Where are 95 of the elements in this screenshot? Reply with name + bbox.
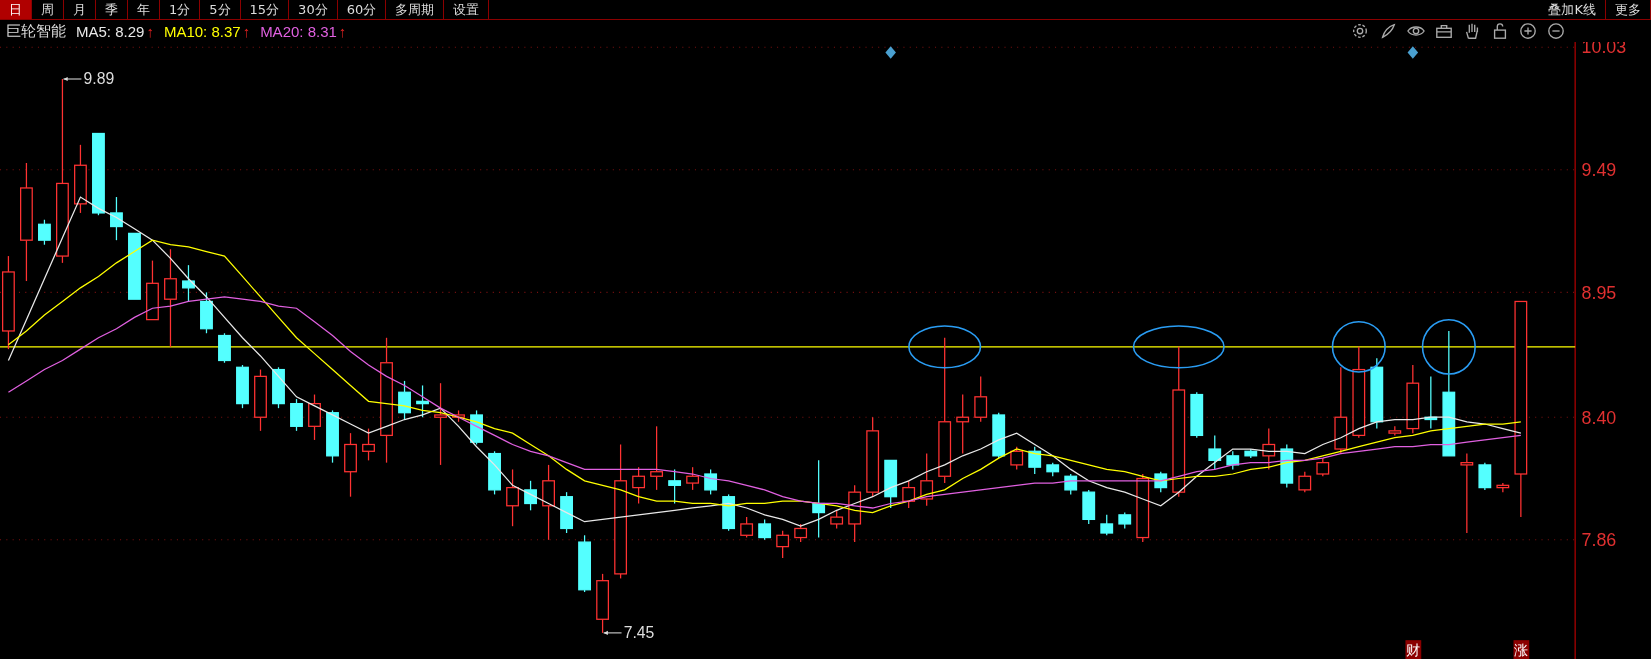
candlestick — [74, 144, 87, 214]
candlestick — [1406, 364, 1420, 434]
candlestick — [560, 491, 573, 534]
candlestick — [1316, 457, 1330, 477]
hand-icon[interactable] — [1463, 22, 1481, 40]
axis-tick-label: 8.40 — [1581, 407, 1617, 428]
candlestick — [1388, 425, 1402, 437]
candlestick — [326, 409, 339, 464]
lock-icon[interactable] — [1491, 22, 1509, 40]
candlestick — [470, 409, 483, 446]
candlestick — [1496, 482, 1510, 493]
candlestick — [650, 425, 664, 491]
price-extreme-label: 7.45 — [603, 624, 655, 642]
trend-arrow: ↑ — [242, 22, 251, 40]
candlestick — [992, 412, 1006, 459]
candlestick — [182, 264, 195, 303]
candlestick — [1262, 427, 1276, 471]
candlestick — [362, 427, 375, 461]
candlestick — [794, 523, 808, 543]
candlestick — [38, 219, 51, 246]
candlestick — [974, 375, 988, 423]
candlestick — [758, 518, 772, 541]
candlestick — [1028, 446, 1042, 475]
candlestick — [578, 534, 591, 593]
axis-tick-label: 7.86 — [1581, 530, 1617, 551]
period-tab[interactable]: 日 — [0, 0, 32, 19]
ma-legend: MA10: 8.37 — [163, 22, 241, 40]
candlestick — [1154, 471, 1168, 493]
candlestick — [704, 468, 718, 496]
diamond-marker — [1407, 46, 1419, 59]
candlestick — [1478, 462, 1492, 491]
zoom-in-icon[interactable] — [1519, 22, 1537, 40]
candlestick — [1082, 489, 1096, 525]
candlestick — [722, 493, 736, 532]
brush-icon[interactable] — [1379, 22, 1397, 40]
candlestick — [1190, 391, 1204, 439]
candlestick — [524, 480, 537, 511]
candlestick — [686, 466, 700, 491]
candlestick — [1424, 375, 1438, 430]
highlight-ellipse — [1331, 321, 1386, 373]
candlestick — [398, 380, 411, 421]
candlestick — [218, 332, 231, 364]
candlestick — [1136, 473, 1150, 543]
axis-tick-label: 9.49 — [1581, 160, 1617, 181]
candlestick — [146, 260, 159, 321]
candlestick — [830, 509, 844, 530]
candlestick — [1298, 471, 1312, 493]
candlestick — [776, 530, 790, 559]
candlestick — [128, 232, 141, 300]
ma-legend: MA20: 8.31 — [260, 22, 337, 40]
candlestick — [1118, 511, 1132, 530]
candlestick — [1046, 462, 1060, 477]
candlestick — [506, 468, 519, 527]
diamond-marker — [885, 46, 896, 59]
stock-name: 巨轮智能 — [6, 21, 66, 41]
candlestick — [884, 459, 898, 509]
candlestick — [200, 291, 213, 334]
candlestick — [344, 432, 357, 498]
candlestick — [920, 452, 934, 507]
candlestick — [1208, 434, 1222, 471]
price-extreme-label: 9.89 — [62, 70, 115, 88]
candlestick — [632, 466, 646, 505]
candlestick — [1010, 446, 1024, 471]
candlestick — [1226, 450, 1240, 471]
trend-arrow: ↑ — [338, 22, 347, 40]
ma-legend: MA5: 8.29 — [76, 22, 145, 40]
candlestick — [308, 393, 321, 441]
candlestick — [668, 468, 682, 505]
candlestick — [740, 516, 754, 539]
candlestick — [272, 366, 285, 409]
annotation: 7.45 — [623, 624, 655, 642]
toolbox-icon[interactable] — [1435, 22, 1453, 40]
annotation: 9.89 — [83, 70, 115, 88]
event-tag[interactable]: 涨 — [1513, 640, 1530, 659]
candlestick — [902, 480, 916, 509]
zoom-out-icon[interactable] — [1547, 22, 1565, 40]
candlestick — [1244, 448, 1258, 459]
candlestick — [848, 484, 862, 543]
trend-arrow: ↑ — [146, 22, 154, 40]
candlestick — [110, 196, 123, 241]
candlestick — [596, 573, 609, 634]
candlestick — [236, 364, 249, 409]
highlight-ellipse — [1421, 318, 1476, 375]
candlestick — [1064, 473, 1078, 496]
candlestick — [956, 393, 970, 455]
candlestick — [416, 384, 429, 418]
candlestick — [1100, 514, 1114, 536]
candlestick — [290, 398, 303, 432]
candlestick — [254, 368, 267, 432]
axis-tick-label: 8.95 — [1581, 282, 1617, 303]
event-tag[interactable]: 财 — [1405, 640, 1422, 659]
candlestick — [452, 409, 465, 423]
settings-icon[interactable] — [1351, 22, 1369, 40]
candlestick — [488, 450, 501, 496]
candlestick — [1280, 443, 1294, 489]
